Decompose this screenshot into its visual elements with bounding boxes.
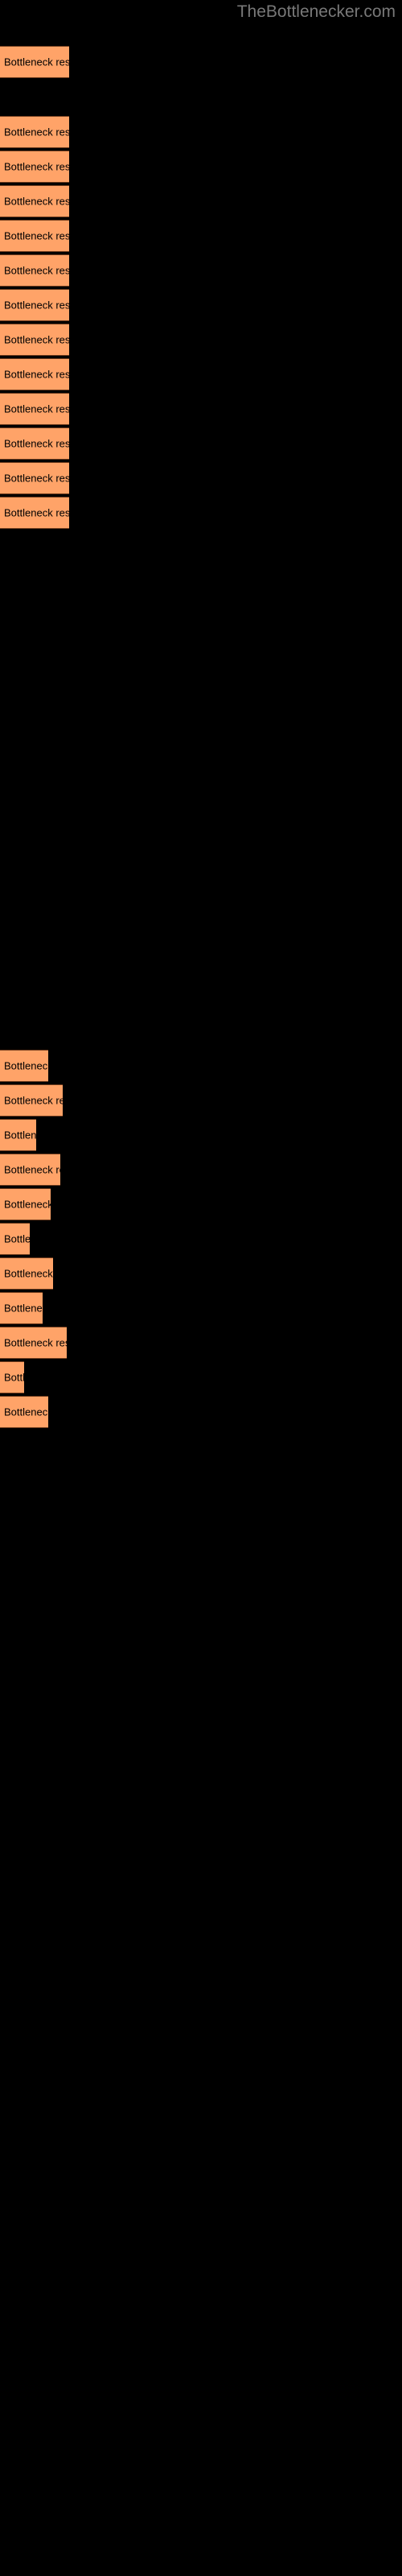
bottleneck-result-bar[interactable]: Bottleneck result [0, 1396, 48, 1428]
bar-label: Bottleneck result [4, 160, 69, 173]
bar-label: Bottleneck result [4, 1129, 36, 1141]
bottleneck-bar-chart: TheBottlenecker.com Bottleneck resultBot… [0, 0, 402, 2576]
bottleneck-result-bar[interactable]: Bottleneck result [0, 358, 69, 390]
bottleneck-result-bar[interactable]: Bottleneck result [0, 1327, 67, 1359]
bar-label: Bottleneck result [4, 437, 69, 450]
bottleneck-result-bar[interactable]: Bottleneck result [0, 1223, 30, 1255]
bottleneck-result-bar[interactable]: Bottleneck result [0, 1188, 51, 1220]
bar-label: Bottleneck result [4, 333, 69, 346]
bar-label: Bottleneck result [4, 1163, 60, 1176]
bottleneck-result-bar[interactable]: Bottleneck result [0, 1154, 60, 1186]
bar-label: Bottleneck result [4, 299, 69, 312]
bar-label: Bottleneck result [4, 126, 69, 138]
bottleneck-result-bar[interactable]: Bottleneck result [0, 254, 69, 287]
bar-label: Bottleneck result [4, 229, 69, 242]
bar-label: Bottleneck result [4, 1094, 63, 1107]
bar-label: Bottleneck result [4, 264, 69, 277]
bottleneck-result-bar[interactable]: Bottleneck result [0, 185, 69, 217]
bottleneck-result-bar[interactable]: Bottleneck result [0, 393, 69, 425]
bar-label: Bottleneck result [4, 56, 69, 68]
bars-layer: Bottleneck result Bottleneck result Bottle… [0, 0, 402, 2576]
bottleneck-result-bar[interactable]: Bottleneck result [0, 220, 69, 252]
bar-label: Bottleneck result [4, 402, 69, 415]
bar-label: Bottleneck result [4, 1302, 43, 1315]
bottleneck-result-bar[interactable]: Bottleneck result [0, 46, 69, 78]
bottleneck-result-bar[interactable]: Bottleneck result [0, 151, 69, 183]
bar-label: Bottleneck result [4, 1059, 48, 1072]
bottleneck-result-bar[interactable]: Bottleneck result [0, 462, 69, 494]
bottleneck-result-bar[interactable]: Bottleneck result [0, 1361, 24, 1393]
bar-label: Bottleneck result [4, 506, 69, 519]
bar-label: Bottleneck result [4, 1336, 67, 1349]
bottleneck-result-bar[interactable]: Bottleneck result [0, 1119, 36, 1151]
bottleneck-result-bar[interactable]: Bottleneck result [0, 1257, 53, 1290]
bar-label: Bottleneck result [4, 1267, 53, 1280]
bottleneck-result-bar[interactable]: Bottleneck result [0, 116, 69, 148]
bottleneck-result-bar[interactable]: Bottleneck result [0, 1050, 48, 1082]
bottleneck-result-bar[interactable]: Bottleneck result [0, 289, 69, 321]
bar-label: Bottleneck result [4, 1198, 51, 1211]
bar-label: Bottleneck result [4, 1406, 48, 1418]
bar-label: Bottleneck result [4, 368, 69, 381]
bar-label: Bottleneck result [4, 472, 69, 485]
bottleneck-result-bar[interactable]: Bottleneck result [0, 1292, 43, 1324]
bottleneck-result-bar[interactable]: Bottleneck result [0, 1084, 63, 1117]
bar-label: Bottleneck result [4, 195, 69, 208]
bar-label: Bottleneck result [4, 1232, 30, 1245]
bottleneck-result-bar[interactable]: Bottleneck result [0, 427, 69, 460]
bar-label: Bottleneck result [4, 1371, 24, 1384]
bottleneck-result-bar[interactable]: Bottleneck result [0, 324, 69, 356]
bottleneck-result-bar[interactable]: Bottleneck result [0, 497, 69, 529]
